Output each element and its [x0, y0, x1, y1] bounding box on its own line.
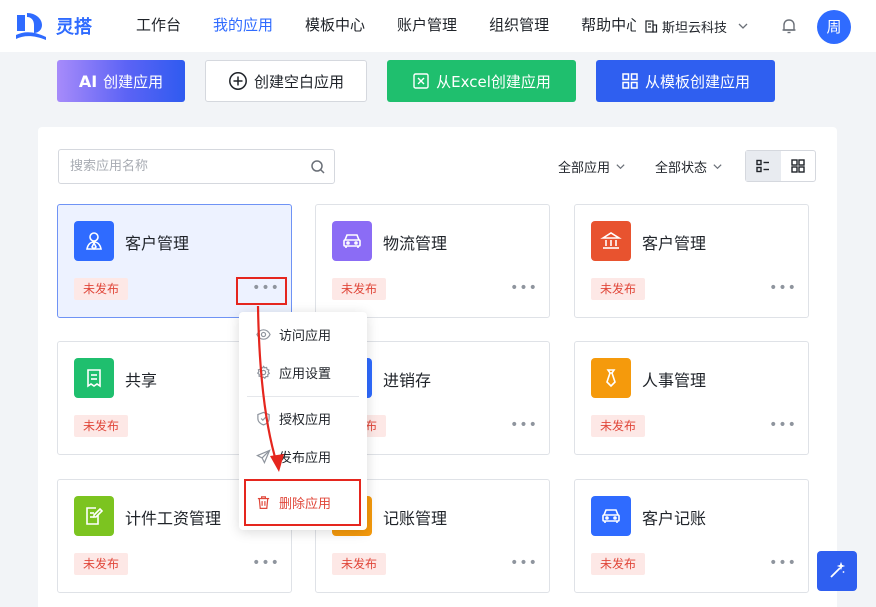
avatar[interactable]: 周 [817, 10, 851, 44]
status-badge: 未发布 [74, 415, 128, 437]
menu-item-label: 应用设置 [279, 366, 332, 382]
more-actions-button[interactable]: ••• [765, 554, 801, 574]
grid-view-icon [791, 159, 805, 173]
app-card[interactable]: 客户记账 未发布 ••• [574, 479, 809, 593]
app-name: 记账管理 [383, 509, 448, 528]
receipt-icon [74, 358, 114, 398]
nav-item-templates[interactable]: 模板中心 [305, 0, 365, 52]
status-badge: 未发布 [332, 278, 386, 300]
status-badge: 未发布 [591, 278, 645, 300]
status-badge: 未发布 [591, 415, 645, 437]
send-icon [256, 448, 271, 464]
status-badge: 未发布 [591, 553, 645, 575]
logo-icon [16, 13, 46, 40]
ai-create-app-button[interactable]: AI 创建应用 [57, 60, 185, 102]
top-header: 灵搭 工作台 我的应用 模板中心 账户管理 组织管理 帮助中心 斯坦云科技 周 [0, 0, 876, 52]
chevron-down-icon [738, 23, 748, 29]
template-grid-icon [622, 73, 638, 89]
bank-icon [591, 221, 631, 261]
more-actions-button[interactable]: ••• [506, 279, 542, 299]
org-name: 斯坦云科技 [662, 20, 728, 36]
create-blank-app-label: 创建空白应用 [253, 72, 344, 91]
create-from-template-button[interactable]: 从模板创建应用 [596, 60, 775, 102]
app-card[interactable]: 客户管理 未发布 ••• [574, 204, 809, 318]
app-name: 进销存 [383, 371, 432, 390]
menu-item-authorize-app[interactable]: 授权应用 [239, 400, 367, 436]
status-filter-dropdown[interactable]: 全部状态 [655, 157, 723, 176]
create-from-excel-button[interactable]: 从Excel创建应用 [387, 60, 576, 102]
app-card[interactable]: 人事管理 未发布 ••• [574, 341, 809, 455]
scope-filter-dropdown[interactable]: 全部应用 [558, 157, 626, 176]
nav-item-my-apps[interactable]: 我的应用 [213, 0, 273, 52]
app-card[interactable]: 物流管理 未发布 ••• [315, 204, 550, 318]
more-actions-button[interactable]: ••• [506, 554, 542, 574]
edit-doc-icon [74, 496, 114, 536]
eye-icon [256, 328, 271, 340]
magic-wand-icon [830, 561, 846, 578]
list-view-icon [756, 159, 770, 173]
car-icon [332, 221, 372, 261]
menu-item-app-settings[interactable]: 应用设置 [239, 354, 367, 390]
tie-icon [591, 358, 631, 398]
nav-item-help[interactable]: 帮助中心 [581, 0, 636, 52]
ai-create-app-label: 创建应用 [103, 72, 164, 91]
nav-item-accounts[interactable]: 账户管理 [397, 0, 457, 52]
menu-item-label: 访问应用 [279, 328, 332, 344]
annotation-highlight-more-button [236, 277, 287, 305]
create-from-template-label: 从模板创建应用 [644, 72, 750, 91]
chevron-down-icon [616, 164, 625, 170]
menu-item-visit-app[interactable]: 访问应用 [239, 316, 367, 352]
nav-item-organization[interactable]: 组织管理 [489, 0, 549, 52]
status-filter-label: 全部状态 [655, 161, 708, 176]
search-input[interactable] [59, 150, 299, 183]
more-actions-button[interactable]: ••• [248, 554, 284, 574]
app-name: 客户记账 [642, 509, 707, 528]
more-actions-button[interactable]: ••• [765, 279, 801, 299]
status-badge: 未发布 [74, 553, 128, 575]
search-box [58, 149, 335, 184]
app-name: 客户管理 [125, 234, 190, 253]
org-switcher[interactable]: 斯坦云科技 [644, 0, 753, 52]
menu-item-publish-app[interactable]: 发布应用 [239, 438, 367, 474]
bell-icon[interactable] [780, 17, 798, 35]
more-actions-button[interactable]: ••• [765, 416, 801, 436]
ai-icon: AI [78, 71, 98, 91]
nav-item-workbench[interactable]: 工作台 [136, 0, 181, 52]
excel-icon [413, 73, 429, 89]
main-nav: 工作台 我的应用 模板中心 账户管理 组织管理 帮助中心 [136, 0, 636, 52]
user-icon [74, 221, 114, 261]
annotation-highlight-delete-item [244, 479, 361, 526]
brand-logo[interactable]: 灵搭 [14, 11, 92, 41]
status-badge: 未发布 [74, 278, 128, 300]
create-from-excel-label: 从Excel创建应用 [436, 72, 551, 91]
brand-name: 灵搭 [56, 17, 92, 38]
app-name: 物流管理 [383, 234, 448, 253]
gear-icon [256, 364, 271, 379]
menu-item-label: 发布应用 [279, 450, 332, 466]
app-name: 共享 [125, 371, 158, 390]
view-mode-toggle [745, 150, 816, 182]
menu-item-label: 授权应用 [279, 412, 332, 428]
more-actions-button[interactable]: ••• [506, 416, 542, 436]
chevron-down-icon [713, 164, 722, 170]
search-icon[interactable] [310, 159, 326, 175]
app-name: 客户管理 [642, 234, 707, 253]
status-badge: 未发布 [332, 553, 386, 575]
scope-filter-label: 全部应用 [558, 161, 611, 176]
assistant-fab-button[interactable] [817, 551, 857, 591]
create-blank-app-button[interactable]: 创建空白应用 [205, 60, 367, 102]
grid-view-button[interactable] [781, 151, 816, 181]
building-icon [645, 20, 658, 33]
plus-circle-icon [229, 72, 247, 90]
app-name: 人事管理 [642, 371, 707, 390]
menu-divider [247, 396, 359, 397]
list-view-button[interactable] [746, 151, 781, 181]
shield-icon [257, 411, 270, 426]
car-icon [591, 496, 631, 536]
app-name: 计件工资管理 [125, 509, 222, 528]
